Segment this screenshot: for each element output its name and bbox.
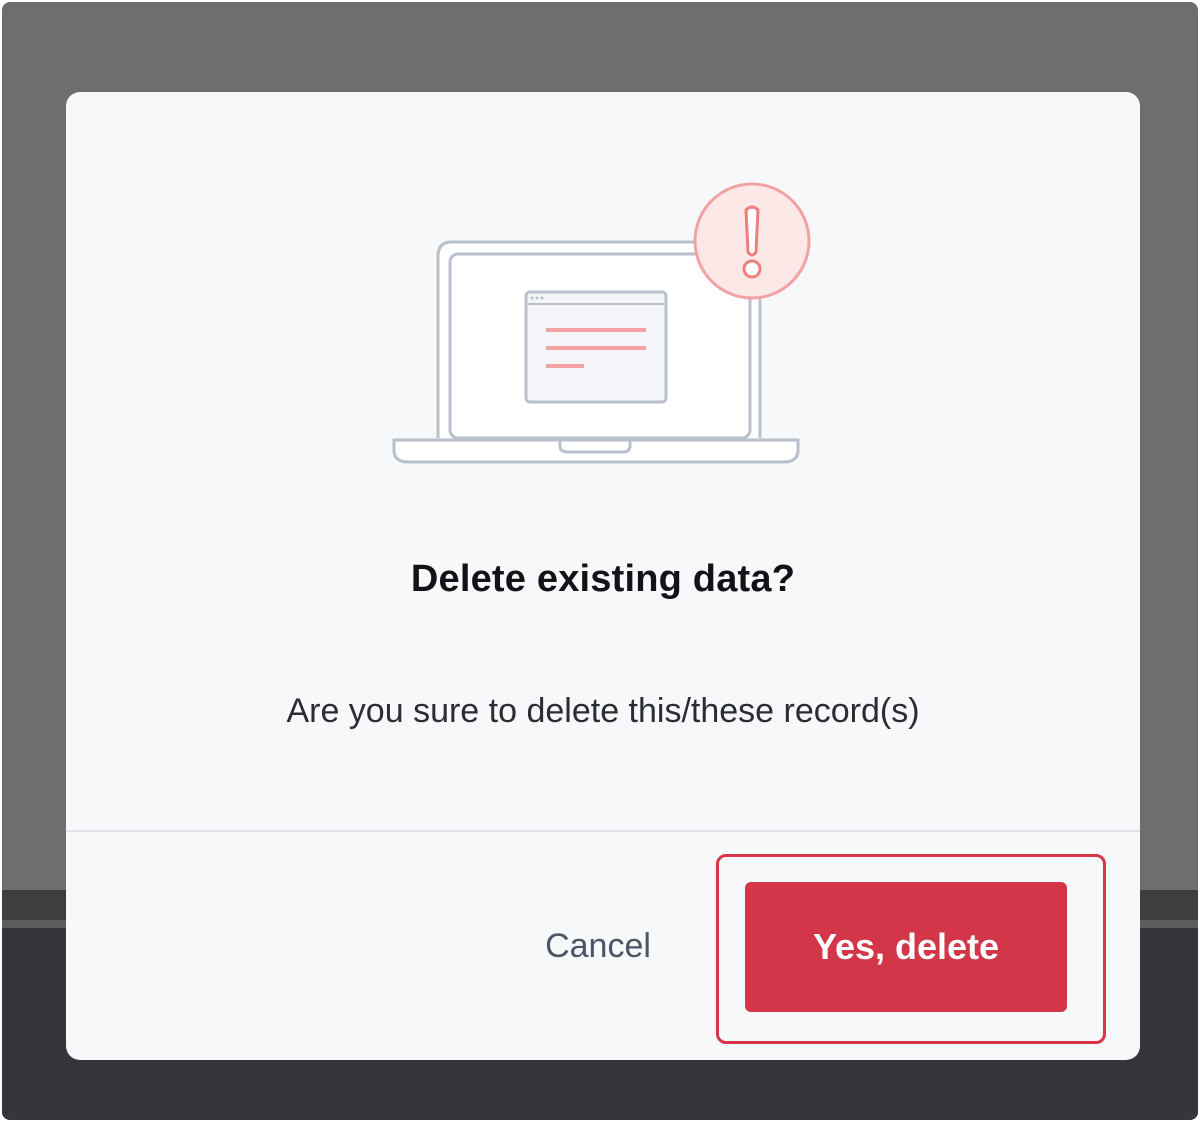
dialog-title: Delete existing data?: [410, 558, 796, 600]
laptop-with-warning-icon: [392, 182, 811, 464]
cancel-button[interactable]: Cancel: [514, 912, 682, 980]
dialog-divider: [66, 830, 1140, 832]
modal-overlay: Delete existing data? Are you sure to de…: [2, 2, 1198, 1120]
confirm-delete-button[interactable]: Yes, delete: [745, 882, 1067, 1012]
dialog-message: Are you sure to delete this/these record…: [286, 692, 920, 730]
confirm-delete-dialog: Delete existing data? Are you sure to de…: [66, 92, 1140, 1060]
